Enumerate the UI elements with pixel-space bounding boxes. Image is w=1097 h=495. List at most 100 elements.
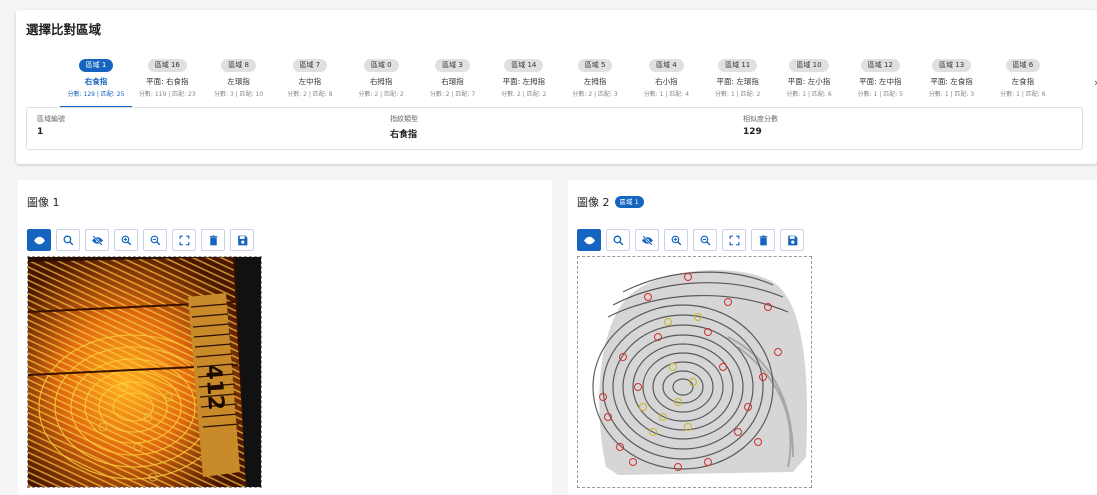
region-tab-finger: 右拇指: [369, 77, 393, 86]
region-tab[interactable]: 區域 6 左食指分數: 1 | 匹配: 6: [987, 52, 1059, 110]
similarity-score-label: 相似度分數: [743, 115, 778, 123]
fingerprint-type-label: 指紋類型: [390, 115, 418, 123]
region-tab-score: 分數: 1 | 匹配: 6: [1000, 91, 1046, 98]
zoom-search-button[interactable]: [606, 229, 630, 251]
region-tab[interactable]: 區域 11 平面: 左環指 分數: 1 | 匹配: 2: [702, 52, 774, 110]
region-tab-badge: 區域 0: [363, 59, 399, 72]
zoom-in-button[interactable]: [114, 229, 138, 251]
region-tab[interactable]: 區域 8 左環指 分數: 3 | 匹配: 10: [203, 52, 275, 110]
region-tab-finger: 平面: 左食指: [930, 77, 973, 86]
scale-number: 412: [200, 364, 228, 412]
region-tab[interactable]: 區域 13 平面: 左食指 分數: 1 | 匹配: 3: [916, 52, 988, 110]
region-tabs: 區域 1 右食指 分數: 129 | 匹配: 25 區域 16 平面: 右食指 分數: 1…: [60, 52, 1082, 110]
region-tab-finger: 平面: 左拇指: [502, 77, 545, 86]
region-info-box: 區域編號 1 指紋類型 右食指 相似度分數 129: [26, 107, 1083, 150]
region-tab-finger: 右食指: [84, 77, 108, 86]
delete-icon: [757, 234, 770, 247]
region-tab[interactable]: 區域 4 右小指分數: 1 | 匹配: 4: [630, 52, 702, 110]
region-tab-score: 分數: 129 | 匹配: 25: [67, 91, 125, 98]
save-icon: [236, 234, 249, 247]
region-tab-score: 分數: 2 | 匹配: 2: [501, 91, 547, 98]
region-tab-badge: 區域 7: [292, 59, 328, 72]
region-tab[interactable]: 區域 3 右環指分數: 2 | 匹配: 7: [417, 52, 489, 110]
eye-off-button[interactable]: [635, 229, 659, 251]
similarity-score-cell: 相似度分數 129: [743, 114, 778, 137]
fingerprint-type-value: 右食指: [390, 130, 418, 140]
delete-button[interactable]: [201, 229, 225, 251]
image1-toolbar: [27, 229, 254, 251]
image2-frame[interactable]: [577, 256, 812, 488]
image1-panel: 圖像 1 412: [18, 180, 552, 495]
latent-fingerprint-image: 412: [27, 257, 261, 487]
save-button[interactable]: [780, 229, 804, 251]
region-tab-badge: 區域 13: [932, 59, 972, 72]
region-tab-finger: 平面: 左環指: [716, 77, 759, 86]
fingerprint-type-cell: 指紋類型 右食指: [390, 114, 418, 140]
region-tab-badge: 區域 5: [577, 59, 613, 72]
region-tab-finger: 左拇指: [583, 77, 607, 86]
save-icon: [786, 234, 799, 247]
image2-title: 圖像 2 區域 1: [577, 194, 644, 210]
region-tab-badge: 區域 11: [718, 59, 758, 72]
region-tab[interactable]: 區域 16 平面: 右食指 分數: 119 | 匹配: 23: [131, 52, 203, 110]
region-tab-badge: 區域 4: [649, 59, 684, 72]
region-tab-score: 分數: 1 | 匹配: 6: [786, 91, 832, 98]
zoom-in-icon: [670, 234, 683, 247]
region-tab[interactable]: 區域 0 右拇指分數: 2 | 匹配: 2: [345, 52, 417, 110]
region-tab[interactable]: 區域 14 平面: 左拇指 分數: 2 | 匹配: 2: [488, 52, 560, 110]
region-tab[interactable]: 區域 5 左拇指分數: 2 | 匹配: 3: [559, 52, 631, 110]
region-tab[interactable]: 區域 10 平面: 左小指 分數: 1 | 匹配: 6: [773, 52, 845, 110]
similarity-score-value: 129: [743, 127, 762, 137]
eye-off-button[interactable]: [85, 229, 109, 251]
fit-screen-button[interactable]: [172, 229, 196, 251]
reference-fingerprint-image: [578, 257, 811, 487]
fit-screen-button[interactable]: [722, 229, 746, 251]
region-tab-score: 分數: 1 | 匹配: 5: [857, 91, 903, 98]
region-tab-score: 分數: 3 | 匹配: 10: [214, 91, 264, 98]
image1-frame[interactable]: 412: [27, 256, 262, 488]
region-tab-score: 分數: 1 | 匹配: 4: [643, 91, 690, 98]
region-tab-badge: 區域 8: [221, 59, 256, 72]
zoom-out-icon: [149, 234, 162, 247]
region-selection-card: 選擇比對區域 區域 1 右食指 分數: 129 | 匹配: 25 區域 16 平面: 右…: [16, 10, 1097, 164]
region-tab-finger: 平面: 左中指: [859, 77, 902, 86]
region-tab-finger: 左食指: [1011, 77, 1035, 86]
region-tab-score: 分數: 2 | 匹配: 3: [572, 91, 618, 98]
eye-button[interactable]: [577, 229, 601, 251]
zoom-search-icon: [62, 234, 75, 247]
eye-button[interactable]: [27, 229, 51, 251]
region-tab[interactable]: 區域 1 右食指 分數: 129 | 匹配: 25: [60, 52, 132, 110]
region-tab-score: 分數: 2 | 匹配: 2: [358, 91, 404, 98]
region-tab-badge: 區域 3: [435, 59, 470, 72]
save-button[interactable]: [230, 229, 254, 251]
eye-icon: [583, 234, 596, 247]
zoom-out-button[interactable]: [693, 229, 717, 251]
zoom-search-button[interactable]: [56, 229, 80, 251]
zoom-in-button[interactable]: [664, 229, 688, 251]
region-tab-badge: 區域 12: [860, 59, 900, 72]
image2-panel: 圖像 2 區域 1: [568, 180, 1097, 495]
eye-off-icon: [641, 234, 654, 247]
region-tab[interactable]: 區域 7 左中指 分數: 2 | 匹配: 8: [274, 52, 346, 110]
region-tab-finger: 左中指: [298, 77, 322, 86]
eye-off-icon: [91, 234, 104, 247]
image2-title-text: 圖像 2: [577, 196, 610, 209]
region-number-label: 區域編號: [37, 115, 65, 123]
delete-icon: [207, 234, 220, 247]
region-tab-finger: 平面: 右食指: [146, 77, 189, 86]
region-tab-finger: 右小指: [655, 77, 678, 86]
region-tab-badge: 區域 14: [504, 59, 544, 72]
image2-region-badge: 區域 1: [614, 196, 644, 208]
delete-button[interactable]: [751, 229, 775, 251]
region-tab-badge: 區域 6: [1005, 59, 1041, 72]
region-tab-badge: 區域 10: [789, 59, 829, 72]
zoom-out-icon: [699, 234, 712, 247]
region-tab[interactable]: 區域 12 平面: 左中指 分數: 1 | 匹配: 5: [844, 52, 916, 110]
image1-title: 圖像 1: [27, 194, 60, 210]
region-tab-score: 分數: 2 | 匹配: 7: [429, 91, 476, 98]
zoom-out-button[interactable]: [143, 229, 167, 251]
eye-icon: [33, 234, 46, 247]
fit-screen-icon: [728, 234, 741, 247]
region-tab-finger: 右環指: [441, 77, 464, 86]
region-number-cell: 區域編號 1: [37, 114, 65, 137]
